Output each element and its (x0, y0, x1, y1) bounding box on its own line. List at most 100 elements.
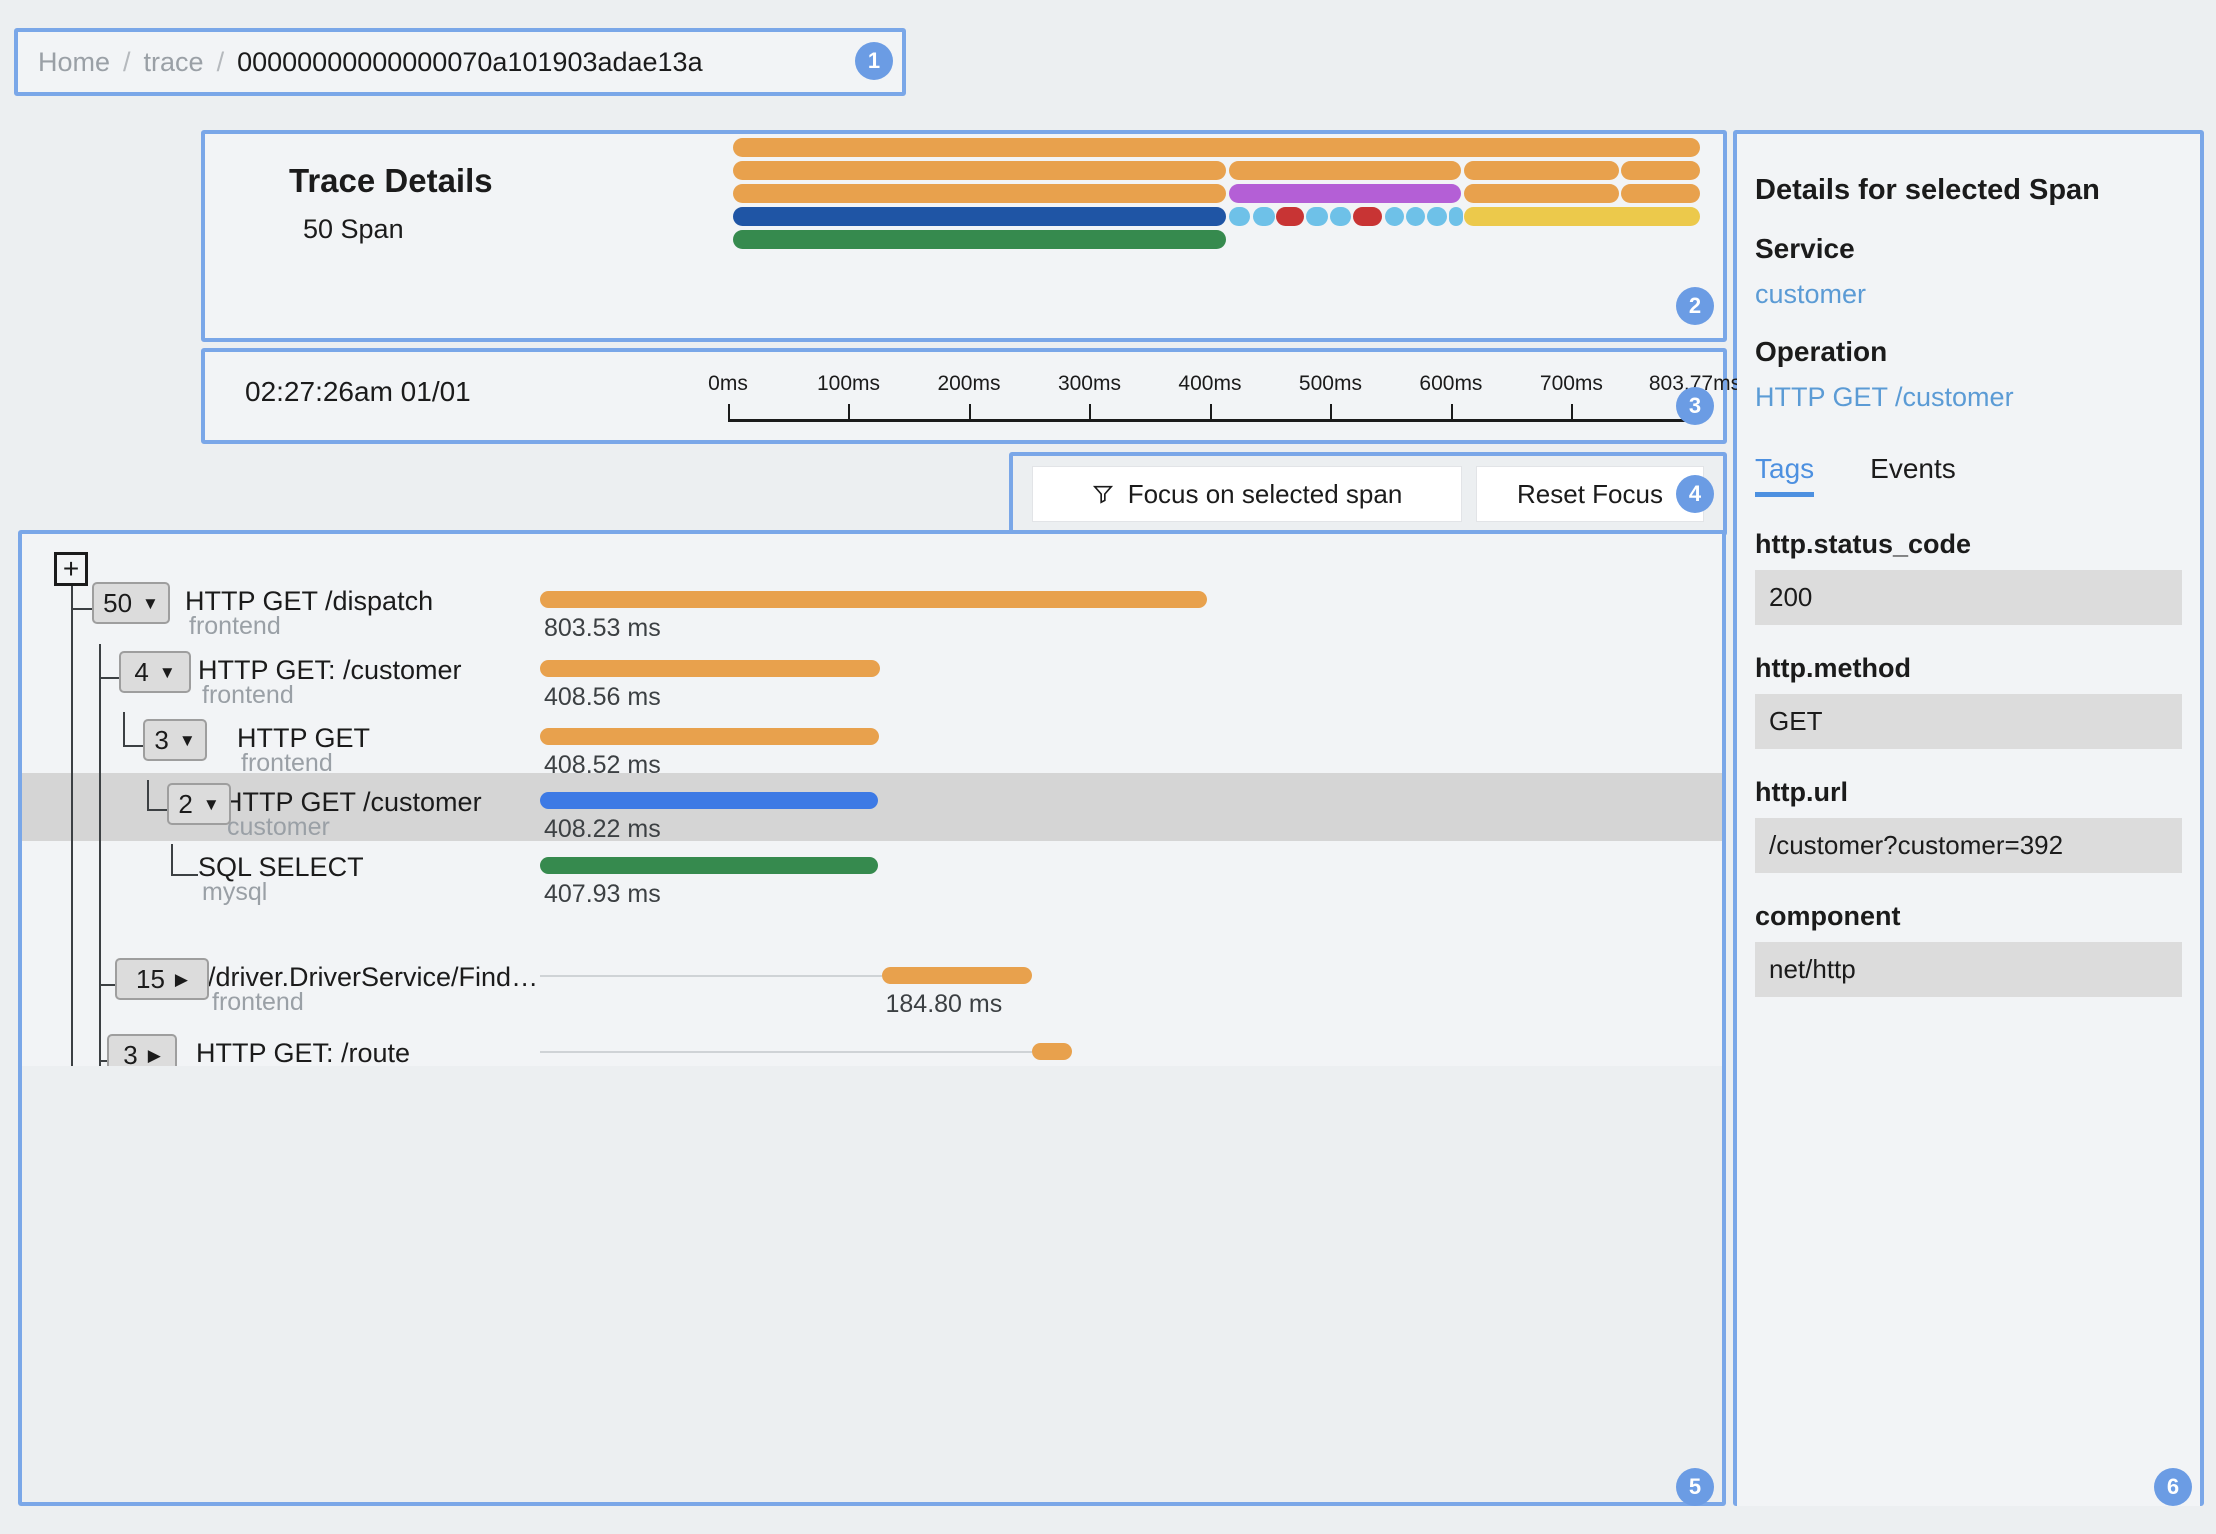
minimap-segment (1620, 184, 1700, 203)
span-row[interactable]: 50 ▼ HTTP GET /dispatch frontend 803.53 ms (22, 572, 1722, 642)
span-duration-bar[interactable] (540, 857, 878, 874)
minimap-row (733, 207, 1700, 226)
span-duration-bar[interactable] (1032, 1043, 1073, 1060)
tree-vertical-line (147, 780, 149, 809)
span-child-count-toggle[interactable]: 4 ▼ (119, 651, 191, 693)
minimap-segment (1253, 207, 1275, 226)
tab-tags[interactable]: Tags (1755, 453, 1815, 497)
span-duration-bar[interactable] (540, 792, 879, 809)
breadcrumb-separator-2: / (216, 46, 225, 77)
minimap-segment (1427, 207, 1447, 226)
breadcrumb-home[interactable]: Home (38, 47, 110, 78)
span-service-name: frontend (212, 988, 304, 1016)
span-tree-panel: + 50 ▼ HTTP GET /dispatch frontend 803.53 ms… (22, 534, 1722, 1066)
span-count-label: 50 Span (303, 214, 404, 244)
span-duration-label: 407.93 ms (544, 880, 661, 908)
axis-tick-mark (1450, 404, 1453, 420)
minimap-row (733, 138, 1700, 157)
minimap-segment (733, 184, 1227, 203)
axis-tick-label: 300ms (1057, 372, 1121, 395)
operation-value-link[interactable]: HTTP GET /customer (1755, 382, 2182, 413)
annotation-badge-3: 3 (1676, 387, 1714, 425)
trace-details-panel: Trace Details 50 Span (205, 134, 1723, 338)
axis-tick-label: 200ms (937, 372, 1001, 395)
span-child-count-toggle[interactable]: 2 ▼ (167, 783, 231, 825)
chevron-down-icon: ▼ (178, 730, 196, 750)
span-duration-label: 408.56 ms (544, 683, 661, 711)
minimap-segment (1464, 184, 1619, 203)
span-row[interactable]: SQL SELECT mysql 407.93 ms (22, 838, 1722, 908)
focus-button-label: Focus on selected span (1127, 478, 1403, 509)
minimap-segment (1229, 161, 1462, 180)
span-duration-bar[interactable] (881, 967, 1032, 984)
span-service-name: frontend (202, 681, 294, 709)
trace-viewer-page: Home / trace / 00000000000000070a101903a… (0, 0, 2216, 1534)
tab-events[interactable]: Events (1870, 453, 1956, 497)
tree-horizontal-line (171, 874, 198, 876)
span-row[interactable]: 15 ▶/driver.DriverService/Find… frontend 18… (22, 948, 1722, 1018)
annotation-badge-5: 5 (1676, 1468, 1714, 1506)
focus-on-selected-span-button[interactable]: Focus on selected span (1032, 466, 1462, 522)
minimap-segment (1229, 184, 1462, 203)
minimap-segment (1276, 207, 1304, 226)
span-row[interactable]: 4 ▼ HTTP GET: /customer frontend 408.56 ms (22, 641, 1722, 711)
span-child-count-toggle[interactable]: 50 ▼ (92, 582, 170, 624)
minimap-row (733, 161, 1700, 180)
chevron-down-icon: ▼ (158, 662, 176, 682)
operation-label: Operation (1755, 336, 1888, 367)
tree-horizontal-line (71, 608, 92, 610)
span-duration-label: 184.80 ms (885, 990, 1003, 1018)
span-duration-bar[interactable] (540, 591, 1207, 608)
tag-value: GET (1755, 694, 2182, 749)
span-row[interactable]: 3▶HTTP GET: /routefrontend48.30 ms (22, 1024, 1722, 1066)
minimap-segment (733, 138, 1700, 157)
axis-tick-label: 100ms (816, 372, 880, 395)
minimap-segment (1352, 207, 1382, 226)
tag-value: /customer?customer=392 (1755, 818, 2182, 873)
span-child-count: 4 (134, 656, 149, 687)
span-child-count-toggle[interactable]: 3 ▼ (143, 719, 207, 761)
span-child-count-toggle[interactable]: 15 ▶ (115, 958, 209, 1000)
axis-tick-label: 700ms (1539, 372, 1603, 395)
chevron-down-icon: ▼ (202, 794, 220, 814)
chevron-right-icon: ▶ (147, 1045, 161, 1065)
tree-vertical-line (71, 586, 73, 1066)
breadcrumb-separator-1: / (123, 46, 131, 77)
minimap-segment (1329, 207, 1351, 226)
focus-toolbar: Focus on selected span Reset Focus (1020, 459, 1723, 529)
annotation-badge-1: 1 (855, 42, 893, 80)
minimap-segment (1229, 207, 1251, 226)
service-label: Service (1755, 233, 1855, 264)
span-details-panel: Details for selected Span Service custom… (1737, 134, 2200, 1506)
span-duration-bar[interactable] (540, 728, 879, 745)
span-child-count: 3 (123, 1039, 138, 1067)
timeline-axis: 0ms 100ms 200ms 300ms 400ms 500ms 600ms 700ms 80… (205, 352, 1741, 440)
tree-horizontal-line (99, 1060, 107, 1062)
tree-horizontal-line (147, 809, 167, 811)
span-operation-name[interactable]: HTTP GET: /route (196, 1038, 410, 1066)
breadcrumb-trace[interactable]: trace (144, 47, 204, 78)
details-panel-title: Details for selected Span (1755, 174, 2100, 206)
axis-tick-mark (1089, 404, 1092, 420)
tree-vertical-line (123, 712, 125, 745)
tree-vertical-line (171, 844, 173, 874)
span-service-name: frontend (189, 612, 281, 640)
axis-tick-mark (968, 404, 971, 420)
span-duration-bar[interactable] (540, 660, 880, 677)
span-child-count-toggle[interactable]: 3 ▶ (107, 1034, 177, 1066)
span-row[interactable]: 3 ▼ HTTP GET frontend 408.52 ms (22, 709, 1722, 779)
breadcrumb: Home / trace / 00000000000000070a101903a… (18, 32, 902, 92)
span-row-selected[interactable]: 2 ▼ HTTP GET /customer customer 408.22 ms (22, 773, 1722, 843)
reset-focus-button[interactable]: Reset Focus (1476, 466, 1704, 522)
tree-horizontal-line (123, 745, 143, 747)
span-duration-label: 803.53 ms (544, 614, 661, 642)
annotation-badge-6: 6 (2154, 1468, 2192, 1506)
axis-tick-label: 600ms (1419, 372, 1483, 395)
tag-key: http.url (1755, 777, 1848, 807)
minimap-row (733, 184, 1700, 203)
service-value-link[interactable]: customer (1755, 279, 2182, 310)
expand-all-button[interactable]: + (54, 552, 88, 586)
minimap-segment (733, 207, 1227, 226)
tag-list: http.status_code 200 http.method GET http.ur… (1755, 529, 2182, 997)
span-service-name: frontend (200, 1064, 292, 1066)
